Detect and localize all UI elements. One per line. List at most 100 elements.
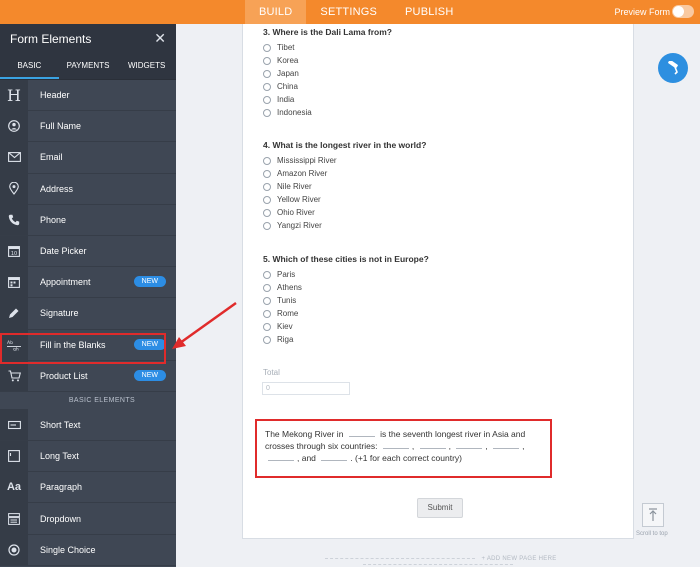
- radio-button[interactable]: [263, 169, 271, 178]
- preview-toggle[interactable]: [672, 5, 694, 18]
- blank-input[interactable]: [456, 440, 483, 449]
- element-paragraph[interactable]: Aa Paragraph: [0, 471, 176, 504]
- option-label: Korea: [277, 56, 299, 65]
- tab-publish[interactable]: PUBLISH: [391, 0, 467, 24]
- tab-build[interactable]: BUILD: [245, 0, 307, 24]
- long-text-icon: [0, 440, 28, 472]
- arrow-up-icon: [649, 508, 657, 521]
- element-label: Short Text: [40, 419, 81, 430]
- option[interactable]: Amazon River: [263, 167, 426, 180]
- element-email[interactable]: Email: [0, 141, 176, 174]
- blank-input[interactable]: [419, 440, 446, 449]
- element-signature[interactable]: Signature: [0, 297, 176, 330]
- envelope-icon: [0, 141, 28, 173]
- element-short-text[interactable]: Short Text: [0, 409, 176, 442]
- blank-input[interactable]: [382, 440, 409, 449]
- option[interactable]: Nile River: [263, 180, 426, 193]
- radio-button[interactable]: [263, 208, 271, 217]
- blank-input[interactable]: [493, 440, 520, 449]
- element-fill-in-the-blanks[interactable]: Ab gh Fill in the Blanks NEW: [0, 329, 176, 361]
- option[interactable]: Mississippi River: [263, 154, 426, 167]
- panel-title: Form Elements: [10, 32, 92, 46]
- panel-header: Form Elements ✕: [0, 24, 176, 54]
- header-icon: H: [0, 79, 28, 111]
- option[interactable]: Tunis: [263, 294, 429, 307]
- question-4: 4. What is the longest river in the worl…: [263, 140, 426, 232]
- blank-input[interactable]: [348, 428, 375, 437]
- element-list: H Header Full Name Email Address Phone 1…: [0, 79, 176, 566]
- option[interactable]: Tibet: [263, 41, 392, 54]
- radio-button[interactable]: [263, 195, 271, 204]
- option-label: Yellow River: [277, 195, 321, 204]
- radio-button[interactable]: [263, 296, 271, 305]
- radio-button[interactable]: [263, 108, 271, 117]
- person-icon: [0, 110, 28, 142]
- panel-tab-payments[interactable]: PAYMENTS: [59, 54, 118, 79]
- element-product-list[interactable]: Product List NEW: [0, 360, 176, 392]
- option[interactable]: Ohio River: [263, 206, 426, 219]
- radio-button[interactable]: [263, 309, 271, 318]
- option[interactable]: Rome: [263, 307, 429, 320]
- panel-tabs: BASIC PAYMENTS WIDGETS: [0, 54, 176, 80]
- radio-button[interactable]: [263, 335, 271, 344]
- option[interactable]: Yangzi River: [263, 219, 426, 232]
- element-address[interactable]: Address: [0, 173, 176, 205]
- blank-separator: ,: [485, 441, 488, 451]
- element-long-text[interactable]: Long Text: [0, 440, 176, 473]
- option[interactable]: Kiev: [263, 320, 429, 333]
- element-header[interactable]: H Header: [0, 79, 176, 112]
- element-label: Single Choice: [40, 544, 96, 555]
- option[interactable]: Paris: [263, 268, 429, 281]
- option[interactable]: China: [263, 80, 392, 93]
- fill-blanks-icon: Ab gh: [0, 329, 28, 361]
- option[interactable]: Athens: [263, 281, 429, 294]
- radio-button[interactable]: [263, 182, 271, 191]
- option[interactable]: Yellow River: [263, 193, 426, 206]
- blank-input[interactable]: [321, 452, 348, 461]
- radio-button[interactable]: [263, 156, 271, 165]
- add-new-page[interactable]: + ADD NEW PAGE HERE: [242, 556, 634, 567]
- option[interactable]: Riga: [263, 333, 429, 346]
- svg-text:gh: gh: [13, 346, 19, 351]
- red-arrow-annotation: [172, 301, 237, 349]
- element-label: Address: [40, 183, 74, 194]
- radio-button[interactable]: [263, 221, 271, 230]
- option[interactable]: India: [263, 93, 392, 106]
- submit-button[interactable]: Submit: [417, 498, 463, 518]
- radio-button[interactable]: [263, 95, 271, 104]
- option-label: Kiev: [277, 322, 293, 331]
- element-dropdown[interactable]: Dropdown: [0, 503, 176, 535]
- paint-roller-icon: [668, 61, 678, 75]
- tab-settings[interactable]: SETTINGS: [306, 0, 391, 24]
- option-label: India: [277, 95, 295, 104]
- radio-button[interactable]: [263, 56, 271, 65]
- paragraph-icon: Aa: [0, 471, 28, 503]
- blank-separator: ,: [448, 441, 451, 451]
- radio-button[interactable]: [263, 270, 271, 279]
- element-phone[interactable]: Phone: [0, 204, 176, 236]
- element-date-picker[interactable]: 10 Date Picker: [0, 235, 176, 268]
- option[interactable]: Japan: [263, 67, 392, 80]
- total-field[interactable]: 0: [262, 382, 350, 395]
- panel-tab-widgets[interactable]: WIDGETS: [117, 54, 176, 79]
- paint-roller-button[interactable]: [658, 53, 688, 83]
- new-badge: NEW: [133, 276, 166, 288]
- blank-input[interactable]: [268, 452, 294, 461]
- option[interactable]: Indonesia: [263, 106, 392, 119]
- element-single-choice[interactable]: Single Choice: [0, 534, 176, 566]
- option-label: Mississippi River: [277, 156, 337, 165]
- element-label: Signature: [40, 308, 79, 319]
- element-full-name[interactable]: Full Name: [0, 110, 176, 143]
- radio-button[interactable]: [263, 43, 271, 52]
- radio-button[interactable]: [263, 69, 271, 78]
- radio-button[interactable]: [263, 322, 271, 331]
- panel-tab-basic[interactable]: BASIC: [0, 54, 59, 79]
- close-icon[interactable]: ✕: [154, 30, 166, 47]
- element-appointment[interactable]: Appointment NEW: [0, 266, 176, 299]
- radio-button[interactable]: [263, 82, 271, 91]
- element-label: Full Name: [40, 121, 82, 132]
- option[interactable]: Korea: [263, 54, 392, 67]
- option-label: Paris: [277, 270, 296, 279]
- radio-button[interactable]: [263, 283, 271, 292]
- scroll-to-top-button[interactable]: [642, 503, 664, 527]
